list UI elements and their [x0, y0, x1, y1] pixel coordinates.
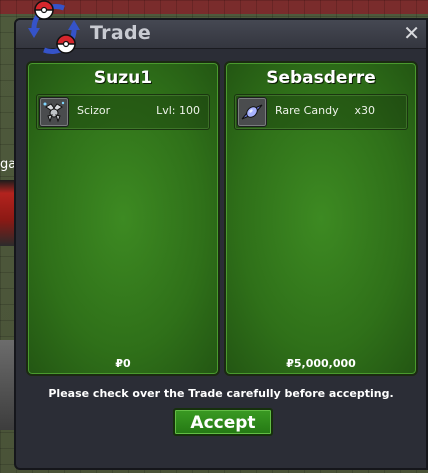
money-offer-right: ₽5,000,000 [286, 357, 356, 370]
accept-button[interactable]: Accept [173, 408, 273, 436]
money-offer-left: ₽0 [115, 357, 131, 370]
offer-item-level-left: Lvl: 100 [156, 104, 200, 117]
window-title: Trade [90, 22, 152, 44]
rare-candy-icon [237, 97, 267, 127]
offer-item-name-right: Rare Candy [275, 104, 339, 117]
player-name-right: Sebasderre [266, 68, 376, 88]
offer-panel-right: Sebasderre Rare Candy x30 ₽5,000,000 [224, 61, 418, 376]
trade-swap-pokeballs-icon [24, 0, 84, 58]
player-name-left: Suzu1 [93, 68, 153, 88]
offer-slot-right[interactable]: Rare Candy x30 [234, 94, 408, 130]
offer-item-quantity-right: x30 [354, 104, 375, 117]
scizor-sprite-icon [39, 97, 69, 127]
offer-panel-left: Suzu1 Scizor Lvl: 100 ₽0 [26, 61, 220, 376]
world-structure-sprite [0, 340, 14, 430]
trade-window: Trade ✕ Suzu1 Scizor Lvl: 100 ₽0 Sebasde… [14, 18, 428, 470]
offer-item-name-left: Scizor [77, 104, 111, 117]
offer-slot-left[interactable]: Scizor Lvl: 100 [36, 94, 210, 130]
close-icon[interactable]: ✕ [403, 21, 420, 45]
trade-notice: Please check over the Trade carefully be… [48, 387, 394, 400]
